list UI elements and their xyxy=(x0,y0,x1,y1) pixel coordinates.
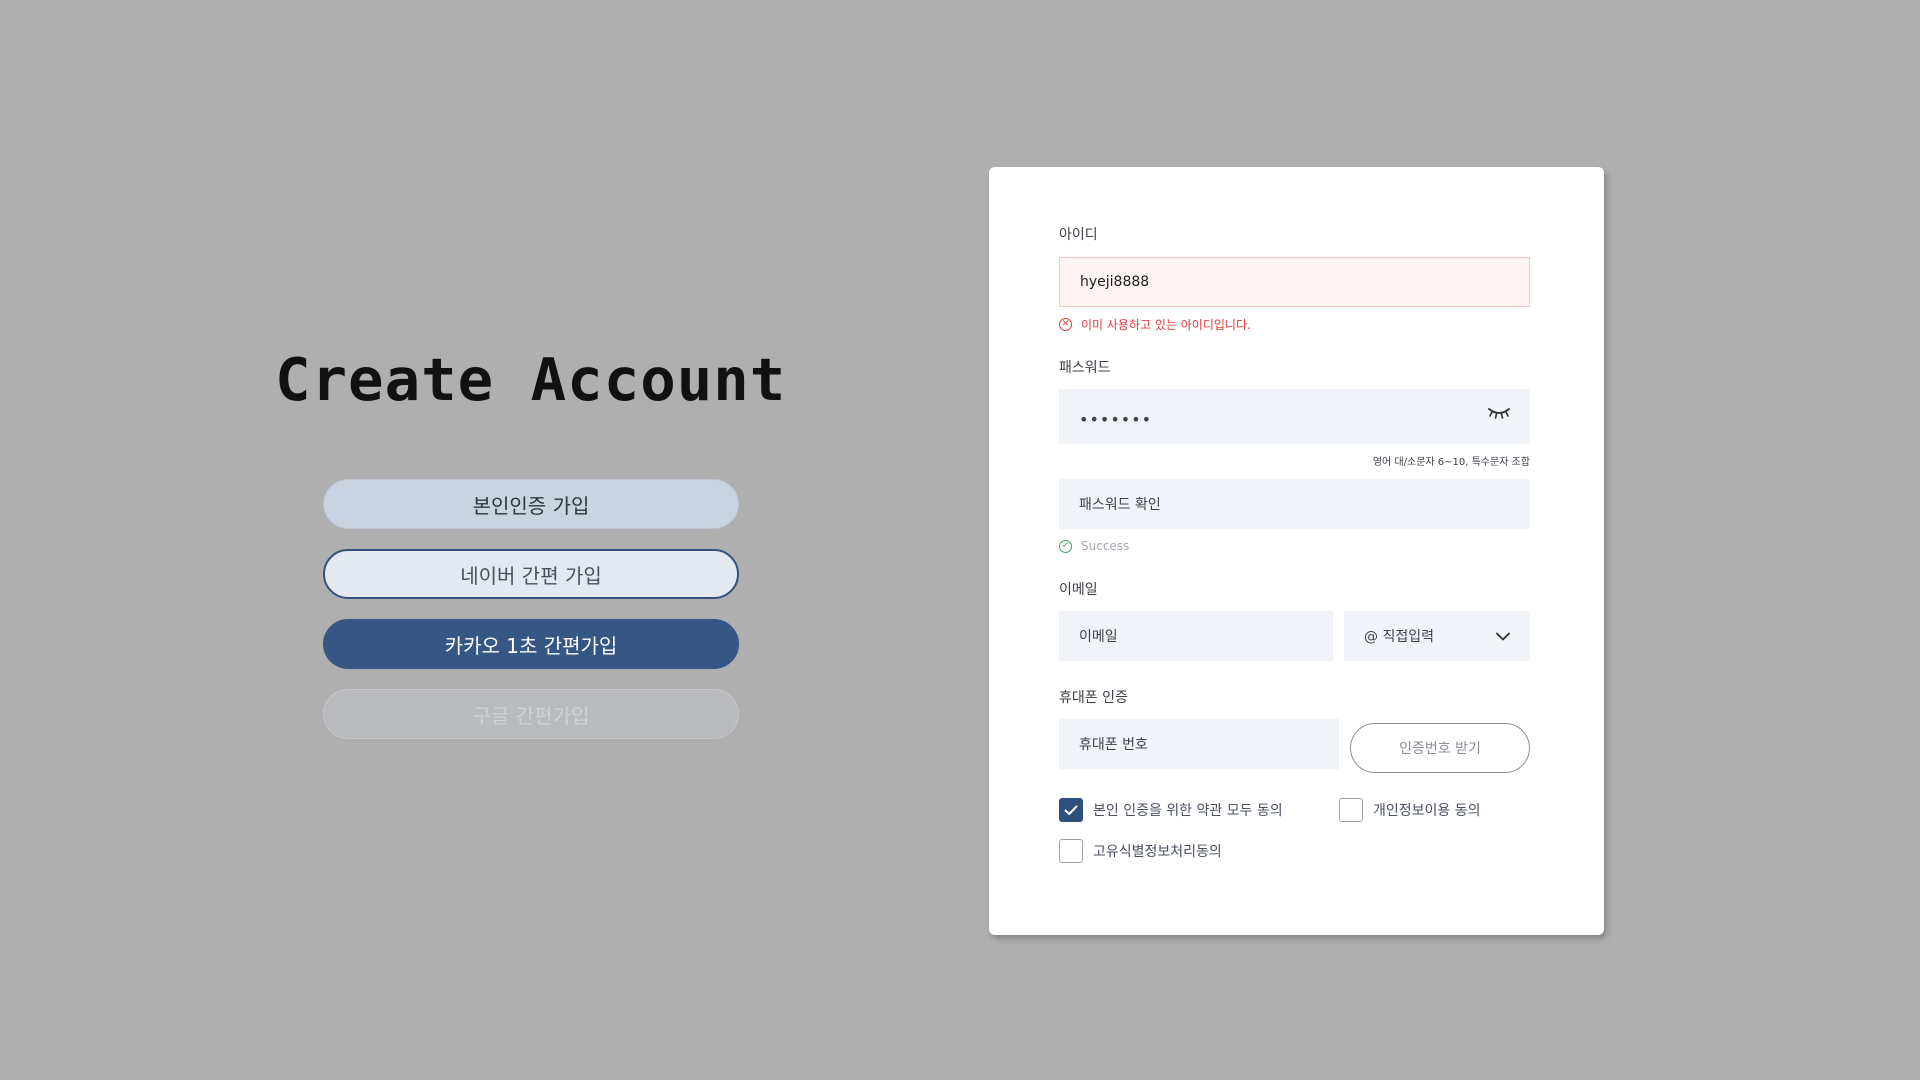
agree-all-terms-label: 본인 인증을 위한 약관 모두 동의 xyxy=(1093,803,1283,819)
naver-signup-button[interactable]: 네이버 간편 가입 xyxy=(323,549,739,599)
error-icon: ✕ xyxy=(1059,318,1072,331)
kakao-signup-button[interactable]: 카카오 1초 간편가입 xyxy=(323,619,739,669)
email-input-placeholder: 이메일 xyxy=(1079,629,1118,645)
checkbox-unchecked[interactable] xyxy=(1059,839,1083,863)
privacy-consent-label: 개인정보이용 동의 xyxy=(1373,803,1481,819)
signup-form-card: 아이디 hyeji8888 ✕ 이미 사용하고 있는 아이디입니다. 패스워드 … xyxy=(989,167,1604,935)
unique-id-consent-label: 고유식별정보처리동의 xyxy=(1093,844,1222,860)
id-input[interactable]: hyeji8888 xyxy=(1059,257,1530,307)
password-input-value: ••••••• xyxy=(1079,410,1153,429)
id-label: 아이디 xyxy=(1059,227,1098,243)
password-confirm-placeholder: 패스워드 확인 xyxy=(1079,497,1161,513)
identity-signup-button[interactable]: 본인인증 가입 xyxy=(323,479,739,529)
password-label: 패스워드 xyxy=(1059,360,1111,376)
id-error-text: 이미 사용하고 있는 아이디입니다. xyxy=(1081,318,1251,332)
eye-closed-icon[interactable] xyxy=(1488,406,1510,420)
password-hint: 영어 대/소문자 6~10, 특수문자 조합 xyxy=(1372,457,1530,468)
password-confirm-input[interactable]: 패스워드 확인 xyxy=(1059,479,1530,529)
check-circle-icon: ✓ xyxy=(1059,539,1072,553)
email-domain-value: @ 직접입력 xyxy=(1364,629,1434,645)
checkmark-icon xyxy=(1064,805,1078,815)
email-input[interactable]: 이메일 xyxy=(1059,611,1333,661)
id-input-value: hyeji8888 xyxy=(1080,274,1150,290)
checkbox-unchecked[interactable] xyxy=(1339,798,1363,822)
privacy-consent-checkbox[interactable]: 개인정보이용 동의 xyxy=(1339,798,1481,822)
unique-id-consent-checkbox[interactable]: 고유식별정보처리동의 xyxy=(1059,839,1222,863)
phone-input[interactable]: 휴대폰 번호 xyxy=(1059,719,1339,769)
checkbox-checked[interactable] xyxy=(1059,798,1083,822)
google-signup-button[interactable]: 구글 간편가입 xyxy=(323,689,739,739)
id-error-message: ✕ 이미 사용하고 있는 아이디입니다. xyxy=(1059,316,1251,333)
agree-all-terms-checkbox[interactable]: 본인 인증을 위한 약관 모두 동의 xyxy=(1059,798,1283,822)
phone-label: 휴대폰 인증 xyxy=(1059,690,1128,706)
chevron-down-icon xyxy=(1496,632,1510,640)
phone-input-placeholder: 휴대폰 번호 xyxy=(1079,737,1148,753)
page-title: Create Account xyxy=(275,345,787,414)
get-verification-code-button[interactable]: 인증번호 받기 xyxy=(1350,723,1530,773)
password-confirm-status: ✓ Success xyxy=(1059,539,1129,553)
email-label: 이메일 xyxy=(1059,582,1098,598)
email-domain-select[interactable]: @ 직접입력 xyxy=(1344,611,1530,661)
password-confirm-status-text: Success xyxy=(1081,539,1130,553)
password-input[interactable]: ••••••• xyxy=(1059,389,1530,444)
